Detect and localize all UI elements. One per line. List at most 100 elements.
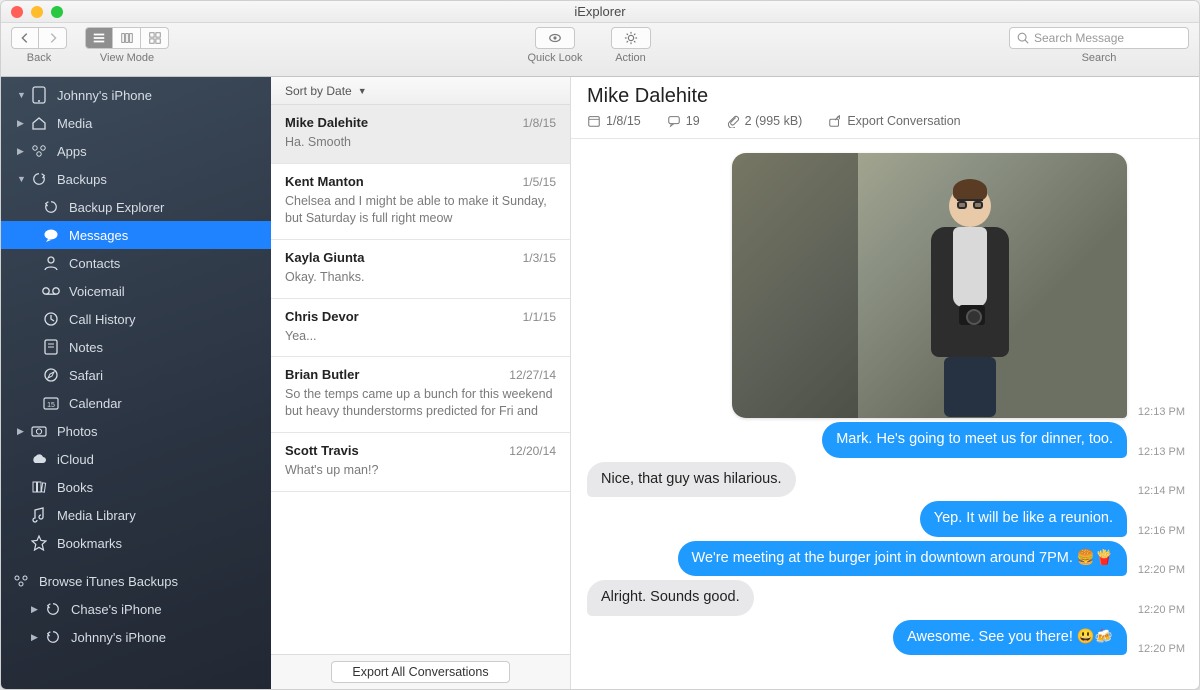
message-bubble[interactable]: Yep. It will be like a reunion. [920, 501, 1127, 537]
conversation-name: Chris Devor [285, 309, 359, 324]
sidebar-item-safari[interactable]: Safari [1, 361, 271, 389]
message-row: We're meeting at the burger joint in dow… [587, 541, 1191, 577]
sidebar-item-photos[interactable]: ▶ Photos [1, 417, 271, 445]
conversation-preview: Ha. Smooth [285, 134, 556, 151]
window-title: iExplorer [1, 4, 1199, 19]
view-mode-columns-button[interactable] [113, 27, 141, 49]
action-label: Action [615, 52, 646, 64]
music-icon [29, 507, 49, 523]
itunes-icon [11, 574, 31, 588]
sidebar-browse-label: Browse iTunes Backups [39, 574, 178, 589]
voicemail-icon [41, 286, 61, 296]
search-placeholder: Search Message [1034, 31, 1124, 45]
sidebar-item-label: Photos [57, 424, 97, 439]
conversation-item[interactable]: Brian Butler12/27/14So the temps came up… [271, 357, 570, 433]
action-button[interactable] [611, 27, 651, 49]
conversation-date: 1/8/15 [523, 116, 556, 130]
sidebar-item-contacts[interactable]: Contacts [1, 249, 271, 277]
sidebar-item-apps[interactable]: ▶ Apps [1, 137, 271, 165]
view-mode-list-button[interactable] [85, 27, 113, 49]
conversation-item[interactable]: Kayla Giunta1/3/15Okay. Thanks. [271, 240, 570, 299]
sidebar-item-backup-explorer[interactable]: Backup Explorer [1, 193, 271, 221]
sidebar-item-messages[interactable]: Messages [1, 221, 271, 249]
sidebar: ▼ Johnny's iPhone ▶ Media ▶ Apps ▼ Backu… [1, 77, 271, 689]
message-bubble[interactable]: Nice, that guy was hilarious. [587, 462, 796, 498]
chat-date: 1/8/15 [587, 114, 641, 128]
sidebar-backup-device-1[interactable]: ▶ Chase's iPhone [1, 595, 271, 623]
conversation-date: 12/27/14 [509, 368, 556, 382]
forward-button[interactable] [39, 27, 67, 49]
message-bubble[interactable]: Awesome. See you there! 😃🍻 [893, 620, 1127, 656]
message-photo[interactable] [732, 153, 1127, 418]
chat-message-count: 19 [667, 114, 700, 128]
sidebar-backup-device-2[interactable]: ▶ Johnny's iPhone [1, 623, 271, 651]
sidebar-item-notes[interactable]: Notes [1, 333, 271, 361]
message-row: Mark. He's going to meet us for dinner, … [587, 422, 1191, 458]
conversation-date: 1/3/15 [523, 251, 556, 265]
calendar-icon: 15 [41, 396, 61, 410]
sidebar-item-label: Apps [57, 144, 87, 159]
sidebar-item-media-library[interactable]: Media Library [1, 501, 271, 529]
messages-icon [41, 228, 61, 242]
sidebar-item-call-history[interactable]: Call History [1, 305, 271, 333]
conversation-preview: Okay. Thanks. [285, 269, 556, 286]
disclosure-icon: ▶ [31, 632, 41, 643]
sort-dropdown[interactable]: Sort by Date ▼ [271, 77, 570, 105]
message-time: 12:14 PM [1135, 485, 1191, 497]
message-time: 12:13 PM [1135, 446, 1191, 458]
quick-look-button[interactable] [535, 27, 575, 49]
sidebar-item-label: Books [57, 480, 93, 495]
sidebar-item-calendar[interactable]: 15 Calendar [1, 389, 271, 417]
sidebar-item-label: Chase's iPhone [71, 602, 162, 617]
conversation-item[interactable]: Scott Travis12/20/14What's up man!? [271, 433, 570, 492]
view-mode-grid-button[interactable] [141, 27, 169, 49]
sidebar-item-label: Call History [69, 312, 135, 327]
conversation-name: Mike Dalehite [285, 115, 368, 130]
sidebar-item-label: Messages [69, 228, 128, 243]
message-time: 12:20 PM [1135, 604, 1191, 616]
back-button[interactable] [11, 27, 39, 49]
disclosure-icon: ▶ [17, 118, 27, 129]
cloud-icon [29, 453, 49, 465]
conversation-preview: What's up man!? [285, 462, 556, 479]
sidebar-item-label: Media Library [57, 508, 136, 523]
message-row: Alright. Sounds good. 12:20 PM [587, 580, 1191, 616]
sidebar-device[interactable]: ▼ Johnny's iPhone [1, 81, 271, 109]
sidebar-device-label: Johnny's iPhone [57, 88, 152, 103]
disclosure-icon: ▶ [17, 146, 27, 157]
conversation-date: 1/5/15 [523, 175, 556, 189]
message-bubble[interactable]: We're meeting at the burger joint in dow… [678, 541, 1127, 577]
message-row: Awesome. See you there! 😃🍻12:20 PM [587, 620, 1191, 656]
conversation-preview: Yea... [285, 328, 556, 345]
sidebar-item-label: Calendar [69, 396, 122, 411]
sidebar-item-icloud[interactable]: iCloud [1, 445, 271, 473]
export-conversation-button[interactable]: Export Conversation [828, 114, 960, 128]
search-input[interactable]: Search Message [1009, 27, 1189, 49]
chat-icon [667, 114, 681, 128]
conversation-item[interactable]: Mike Dalehite 1/8/15 Ha. Smooth [271, 105, 570, 164]
message-bubble[interactable]: Mark. He's going to meet us for dinner, … [822, 422, 1127, 458]
sidebar-item-voicemail[interactable]: Voicemail [1, 277, 271, 305]
sidebar-item-bookmarks[interactable]: Bookmarks [1, 529, 271, 557]
clock-icon [41, 311, 61, 327]
chat-panel: Mike Dalehite 1/8/15 19 2 (995 kB) [571, 77, 1199, 689]
message-row: Yep. It will be like a reunion.12:16 PM [587, 501, 1191, 537]
sidebar-item-label: Media [57, 116, 92, 131]
quick-look-label: Quick Look [527, 52, 582, 64]
sidebar-item-label: iCloud [57, 452, 94, 467]
conversation-item[interactable]: Chris Devor1/1/15Yea... [271, 299, 570, 358]
sidebar-item-backups[interactable]: ▼ Backups [1, 165, 271, 193]
sidebar-item-books[interactable]: Books [1, 473, 271, 501]
sidebar-item-label: Johnny's iPhone [71, 630, 166, 645]
conversation-preview: So the temps came up a bunch for this we… [285, 386, 556, 420]
sidebar-item-media[interactable]: ▶ Media [1, 109, 271, 137]
export-all-button[interactable]: Export All Conversations [331, 661, 509, 683]
conversation-name: Scott Travis [285, 443, 359, 458]
conversation-name: Kent Manton [285, 174, 364, 189]
conversation-item[interactable]: Kent Manton1/5/15Chelsea and I might be … [271, 164, 570, 240]
message-bubble[interactable]: Alright. Sounds good. [587, 580, 754, 616]
home-icon [29, 116, 49, 130]
toolbar: Back View Mode Quick [1, 23, 1199, 77]
message-time: 12:20 PM [1135, 564, 1191, 576]
sidebar-browse-backups[interactable]: Browse iTunes Backups [1, 567, 271, 595]
